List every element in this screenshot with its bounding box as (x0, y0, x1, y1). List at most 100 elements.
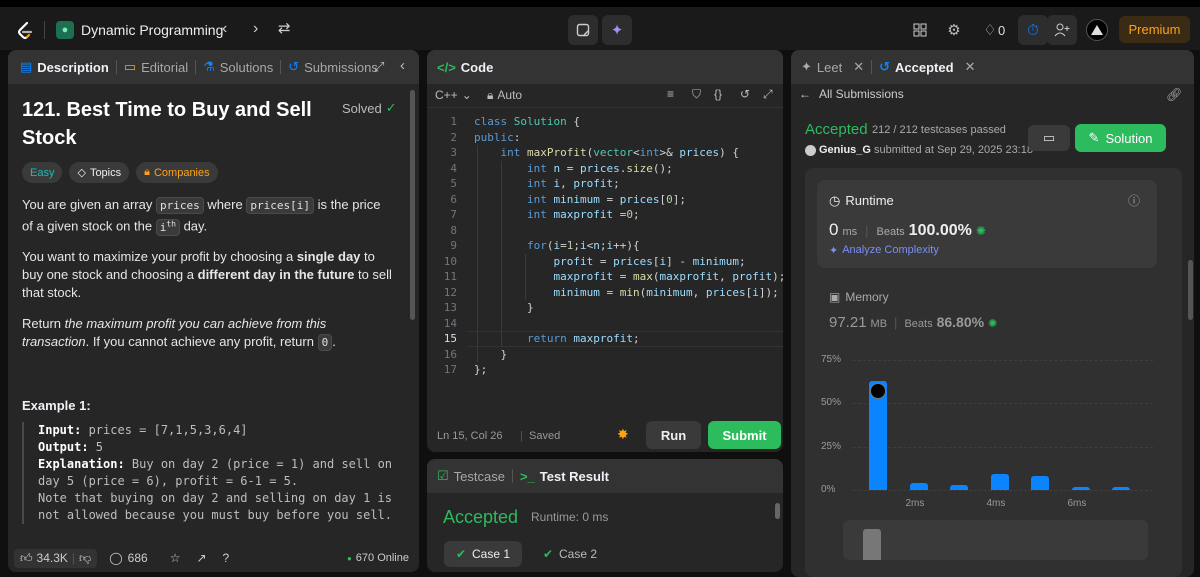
topics-tag[interactable]: ◇ Topics (69, 162, 130, 183)
close-icon[interactable]: ✕ (853, 59, 864, 75)
all-submissions-link[interactable]: ← All Submissions (799, 87, 904, 101)
x-tick-label: 6ms (1067, 498, 1087, 509)
problem-paragraph-2: You want to maximize your profit by choo… (22, 249, 392, 300)
testcases-passed: 212 / 212 testcases passed (872, 124, 1006, 136)
book-icon: ▭ (1042, 130, 1056, 145)
problem-list-name[interactable]: Dynamic Programming (81, 22, 223, 38)
reset-icon[interactable]: ↺ (740, 87, 750, 101)
description-scrollbar[interactable] (410, 90, 415, 320)
chart-range-slider[interactable] (843, 520, 1148, 560)
tab-accepted[interactable]: ↺ Accepted ✕ (879, 59, 975, 75)
tab-submissions[interactable]: ↺ Submissions (288, 59, 378, 75)
code-icon: </> (437, 59, 456, 75)
share-icon[interactable]: ↗ (196, 551, 206, 565)
book-icon: ▭ (123, 59, 137, 74)
braces-icon[interactable]: {} (714, 87, 722, 101)
settings-gear-icon[interactable]: ⚙ (939, 15, 969, 45)
prev-problem-icon[interactable]: ‹ (222, 20, 227, 38)
shuffle-icon[interactable]: ⇄ (278, 19, 291, 37)
distribution-bar[interactable] (1112, 486, 1130, 490)
distribution-bar[interactable] (990, 474, 1009, 490)
runtime-card[interactable]: ◷ Runtime ⓘ 0 ms | Beats 100.00% ✺ ✦ Analyz… (817, 180, 1157, 268)
tab-test-result[interactable]: >_ Test Result (520, 469, 609, 484)
tab-code[interactable]: </> Code (437, 60, 493, 75)
distribution-bar[interactable] (950, 484, 968, 490)
result-scrollbar[interactable] (775, 503, 780, 519)
fullscreen-icon[interactable]: ⤢ (763, 87, 773, 102)
collapse-icon[interactable]: ‹ (400, 57, 405, 74)
code-editor[interactable]: 1 class Solution { 2 public: 3 int maxProf… (427, 114, 783, 384)
y-tick-label: 50% (821, 397, 842, 409)
arrow-left-icon: ← (799, 87, 811, 101)
thumbs-down-icon[interactable]: 👎︎ (79, 551, 91, 566)
tab-solutions[interactable]: ⚗ Solutions (203, 59, 273, 75)
premium-button[interactable]: Premium (1119, 16, 1190, 43)
submit-button[interactable]: Submit (708, 421, 781, 449)
history-icon: ↺ (288, 59, 300, 74)
sparkle-icon: ✦ (801, 59, 812, 74)
top-bar: ● Dynamic Programming ‹ › ⇄ ✦ ⚙ ♢ 0 ⏱ Pr… (0, 0, 1200, 50)
notes-icon[interactable] (568, 15, 598, 45)
clock-icon: ◷ (829, 193, 841, 208)
avatar[interactable] (1086, 19, 1108, 41)
expand-icon[interactable]: ⤢ (374, 59, 384, 75)
run-button[interactable]: Run (646, 421, 701, 449)
chevron-down-icon: ⌄ (461, 88, 472, 102)
edit-icon: ✎ (1088, 130, 1100, 145)
lock-icon: 🔒︎ (144, 166, 150, 178)
solution-button[interactable]: ✎ Solution (1075, 124, 1166, 152)
add-friend-icon[interactable] (1047, 15, 1077, 45)
bookmark-icon[interactable]: ⛉ (692, 87, 701, 102)
checkbox-icon: ☑ (437, 468, 449, 483)
overview-bar (863, 529, 881, 560)
distribution-bar[interactable] (1031, 476, 1049, 490)
ai-sparkle-icon[interactable]: ✦ (602, 15, 632, 45)
favorite-star-icon[interactable]: ☆ (170, 551, 181, 565)
lock-icon: 🔒︎ (487, 88, 494, 102)
thumbs-up-icon: 👍︎ (20, 550, 33, 565)
runtime-value: 0 ms | Beats 100.00% ✺ (829, 220, 986, 239)
language-select[interactable]: C++ ⌄ (435, 88, 472, 102)
auto-toggle[interactable]: 🔒︎ Auto (487, 88, 522, 103)
editorial-button[interactable]: ▭ (1028, 125, 1070, 151)
online-count: ● 670 Online (346, 552, 409, 564)
case-1-tab[interactable]: ✔ Case 1 (444, 541, 522, 567)
debug-icon[interactable]: ✸ (617, 426, 629, 443)
test-result-panel: ☑ Testcase >_ Test Result Accepted Runtime… (427, 459, 783, 572)
result-status: Accepted (443, 507, 519, 527)
distribution-bar[interactable] (909, 483, 928, 490)
distribution-bar[interactable] (1071, 486, 1090, 490)
layout-icon[interactable] (905, 15, 935, 45)
submission-scrollbar[interactable] (1188, 260, 1193, 320)
chip-icon: ▣ (829, 290, 841, 304)
y-tick-label: 75% (821, 354, 842, 365)
problem-paragraph-3: Return the maximum profit you can achiev… (22, 316, 336, 351)
next-problem-icon[interactable]: › (253, 20, 258, 38)
info-icon[interactable]: ⓘ (1128, 192, 1140, 209)
leetcode-logo[interactable] (14, 20, 36, 42)
companies-tag[interactable]: 🔒︎ Companies (136, 162, 218, 183)
analyze-complexity-link[interactable]: ✦ Analyze Complexity (829, 244, 939, 257)
like-button[interactable]: 👍︎ 34.3K | 👎︎ (14, 548, 98, 568)
description-tabs: ▤ Description ▭ Editorial ⚗ Solutions ↺ Subm… (8, 50, 419, 84)
memory-card[interactable]: ▣ Memory 97.21 MB | Beats 86.80% ✺ (817, 276, 1157, 336)
submission-status: Accepted (805, 121, 868, 138)
timer-icon[interactable]: ⏱ (1018, 15, 1048, 45)
y-tick-label: 25% (821, 440, 842, 452)
code-toolbar: C++ ⌄ 🔒︎ Auto ≡ ⛉ {} ↺ ⤢ (427, 84, 783, 108)
case-2-tab[interactable]: ✔ Case 2 (531, 541, 609, 567)
tab-description[interactable]: ▤ Description (20, 59, 109, 75)
problem-list-icon[interactable]: ● (56, 21, 74, 39)
help-icon[interactable]: ? (223, 551, 230, 565)
tab-leet[interactable]: ✦ Leet ✕ (801, 59, 864, 75)
tab-editorial[interactable]: ▭ Editorial (124, 59, 188, 75)
saved-status: Saved (529, 430, 561, 442)
runtime-distribution-chart[interactable]: 75% 50% 25% 0% 2ms 4ms 6ms (805, 354, 1182, 577)
result-runtime: Runtime: 0 ms (531, 510, 609, 524)
close-icon[interactable]: ✕ (965, 59, 976, 75)
comments-button[interactable]: ◯ 686 (109, 551, 147, 565)
gridline (853, 360, 1153, 361)
tab-testcase[interactable]: ☑ Testcase (437, 468, 505, 484)
format-icon[interactable]: ≡ (667, 87, 674, 101)
link-icon[interactable]: 🔗︎ (1166, 87, 1183, 103)
